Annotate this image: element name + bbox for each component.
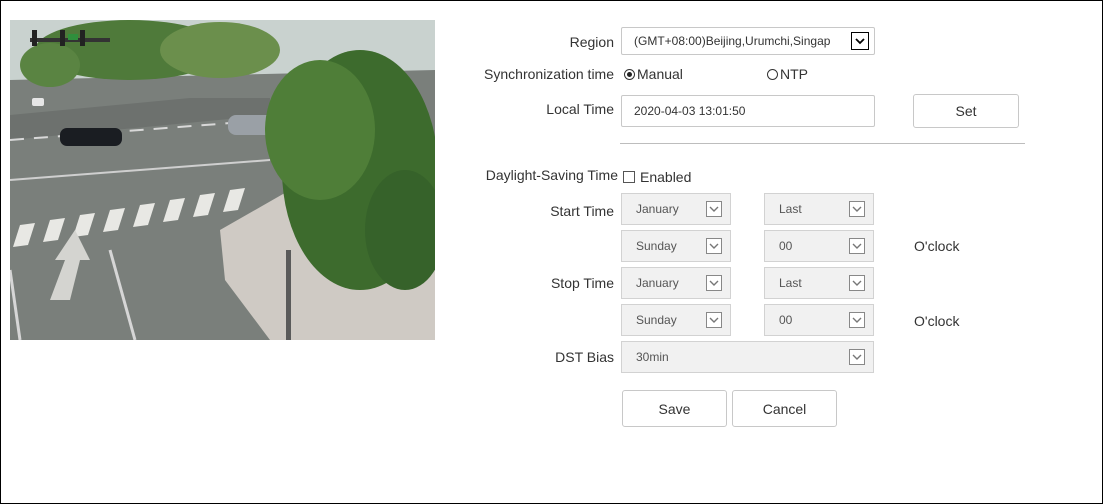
dst-enabled-label[interactable]: Enabled [640, 169, 691, 185]
dst-bias-label: DST Bias [555, 349, 614, 365]
chevron-down-icon [849, 349, 865, 365]
start-hour-value: 00 [779, 239, 793, 253]
local-time-value: 2020-04-03 13:01:50 [634, 104, 746, 118]
chevron-down-icon [849, 201, 865, 217]
start-day-select[interactable]: Sunday [621, 230, 731, 262]
dst-enabled-checkbox[interactable] [623, 171, 635, 183]
radio-ntp[interactable] [767, 69, 778, 80]
stop-time-label: Stop Time [550, 275, 614, 291]
dst-bias-select[interactable]: 30min [621, 341, 874, 373]
region-select[interactable]: (GMT+08:00)Beijing,Urumchi,Singap [621, 27, 875, 55]
chevron-down-icon [706, 312, 722, 328]
manual-label[interactable]: Manual [637, 66, 683, 82]
dst-bias-value: 30min [636, 350, 669, 364]
chevron-down-icon [849, 312, 865, 328]
start-oclock-label: O'clock [914, 238, 960, 254]
save-button[interactable]: Save [622, 390, 727, 427]
stop-oclock-label: O'clock [914, 313, 960, 329]
start-month-select[interactable]: January [621, 193, 731, 225]
stop-hour-select[interactable]: 00 [764, 304, 874, 336]
chevron-down-icon [849, 275, 865, 291]
local-time-label: Local Time [546, 101, 614, 117]
region-value: (GMT+08:00)Beijing,Urumchi,Singap [634, 34, 831, 48]
stop-month-select[interactable]: January [621, 267, 731, 299]
local-time-input[interactable]: 2020-04-03 13:01:50 [621, 95, 875, 127]
cancel-button[interactable]: Cancel [732, 390, 837, 427]
stop-day-select[interactable]: Sunday [621, 304, 731, 336]
start-week-value: Last [779, 202, 802, 216]
stop-week-select[interactable]: Last [764, 267, 874, 299]
radio-manual[interactable] [624, 69, 635, 80]
start-day-value: Sunday [636, 239, 677, 253]
chevron-down-icon [849, 238, 865, 254]
stop-month-value: January [636, 276, 679, 290]
camera-scene [10, 20, 435, 340]
region-label: Region [569, 34, 614, 50]
start-month-value: January [636, 202, 679, 216]
set-button[interactable]: Set [913, 94, 1019, 128]
divider [620, 143, 1025, 144]
start-hour-select[interactable]: 00 [764, 230, 874, 262]
chevron-down-icon [706, 275, 722, 291]
start-time-label: Start Time [550, 203, 614, 219]
camera-preview [10, 20, 435, 340]
dst-label: Daylight-Saving Time [485, 167, 618, 183]
stop-day-value: Sunday [636, 313, 677, 327]
ntp-label[interactable]: NTP [780, 66, 808, 82]
stop-hour-value: 00 [779, 313, 793, 327]
chevron-down-icon [851, 32, 869, 50]
chevron-down-icon [706, 201, 722, 217]
start-week-select[interactable]: Last [764, 193, 874, 225]
sync-label: Synchronization time [484, 66, 614, 82]
chevron-down-icon [706, 238, 722, 254]
stop-week-value: Last [779, 276, 802, 290]
